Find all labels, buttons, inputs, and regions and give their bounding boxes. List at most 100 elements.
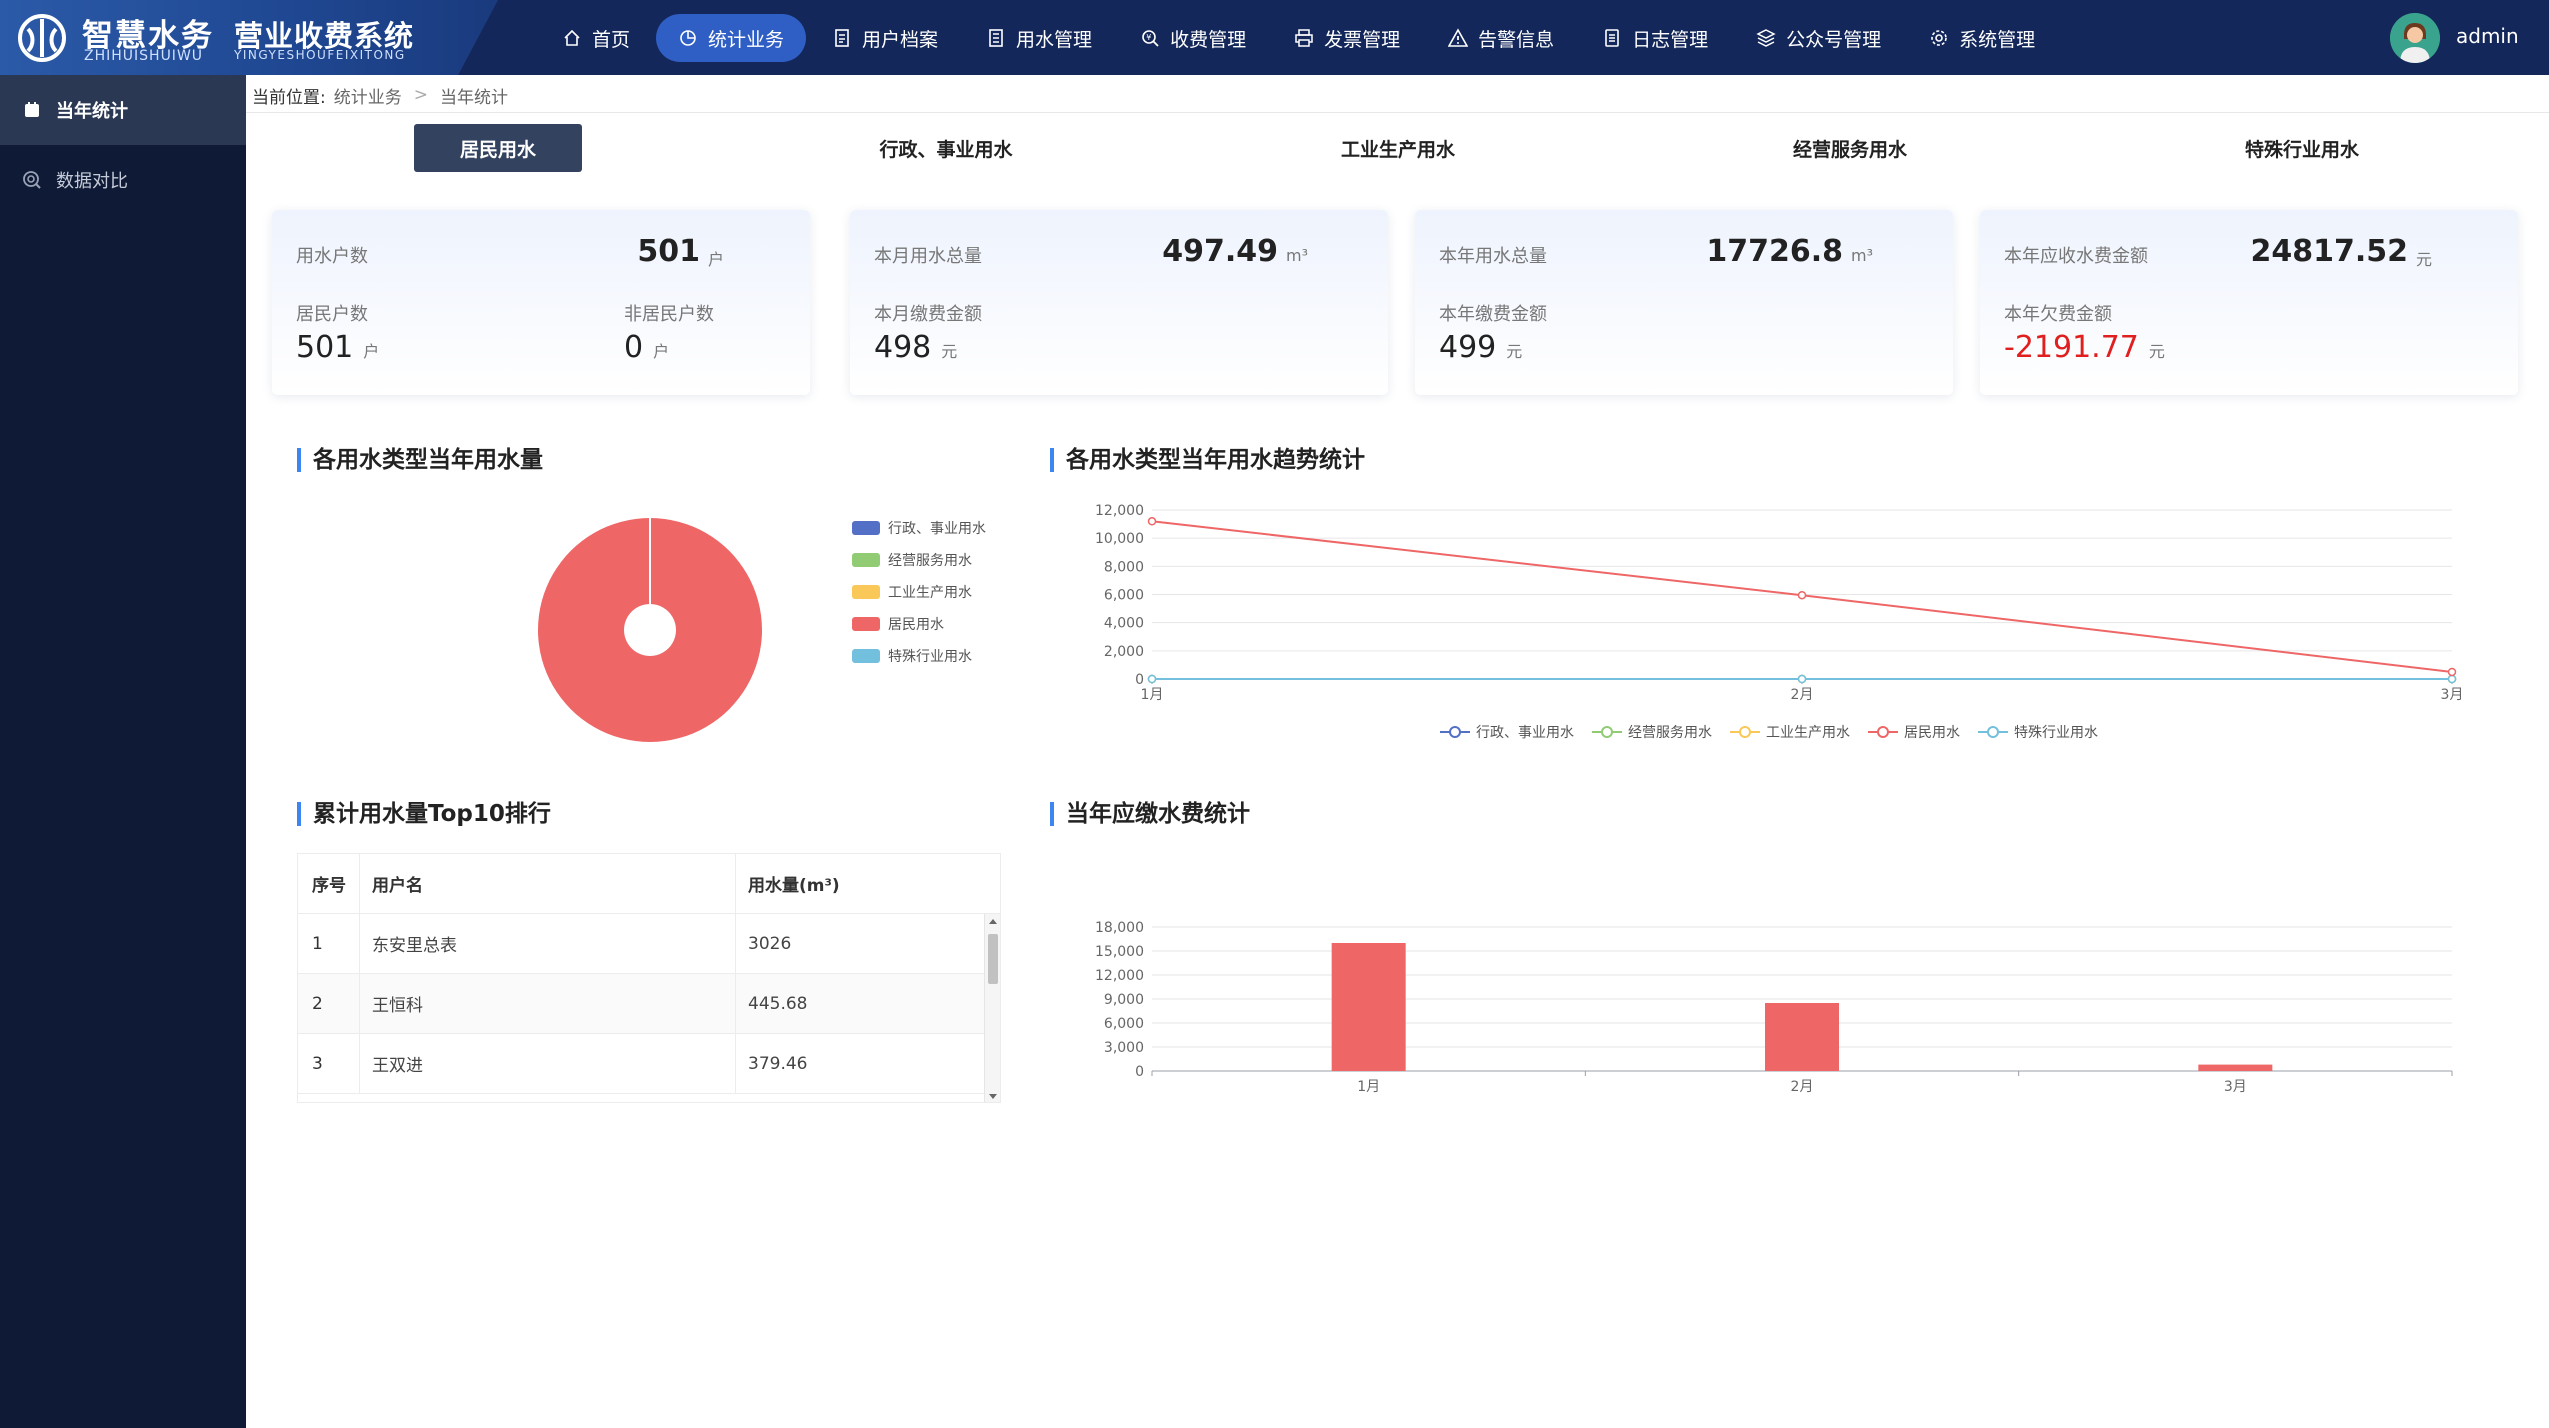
nav-statistics[interactable]: 统计业务 <box>656 14 807 62</box>
nav-invoice-management[interactable]: 发票管理 <box>1272 14 1422 62</box>
data-point[interactable] <box>2447 667 2457 677</box>
cell-username: 东安里总表 <box>360 914 736 973</box>
table-row[interactable]: 3 王双进 379.46 <box>298 1034 1000 1094</box>
stat-unit: m³ <box>1286 246 1308 265</box>
stat-unit: 户 <box>708 250 725 269</box>
stat-value: 498 元 <box>874 330 957 365</box>
search-money-icon: ¥ <box>1140 28 1160 48</box>
stat-unit: 户 <box>653 342 670 361</box>
nav-logs-label: 日志管理 <box>1632 28 1709 51</box>
log-icon <box>1602 28 1622 48</box>
x-tick-label: 1月 <box>1357 1079 1380 1095</box>
cell-usage: 379.46 <box>748 1053 808 1074</box>
data-point[interactable] <box>1797 590 1807 600</box>
column-header: 用水量(m³) <box>748 876 840 896</box>
nav-home[interactable]: 首页 <box>540 14 652 62</box>
data-point[interactable] <box>1147 674 1157 684</box>
nav-charge-management[interactable]: ¥ 收费管理 <box>1118 14 1268 62</box>
scroll-thumb[interactable] <box>988 934 998 984</box>
cell-username: 王恒科 <box>360 974 736 1033</box>
legend-label: 经营服务用水 <box>888 553 972 569</box>
bar[interactable] <box>1765 1003 1839 1071</box>
legend-item[interactable]: 工业生产用水 <box>852 576 986 608</box>
bar[interactable] <box>2198 1064 2273 1071</box>
warning-icon <box>1448 28 1469 48</box>
stat-unit: 元 <box>2148 342 2165 361</box>
table-row[interactable]: 2 王恒科 445.68 <box>298 974 1000 1034</box>
legend-item[interactable]: 特殊行业用水 <box>1978 722 2098 742</box>
legend-swatch <box>852 617 880 631</box>
legend-label: 工业生产用水 <box>1766 725 1850 741</box>
stat-label: 本年缴费金额 <box>1439 304 1547 325</box>
tab-residential[interactable]: 居民用水 <box>414 124 582 172</box>
cell-usage: 3026 <box>748 933 792 954</box>
legend-marker-icon <box>1730 726 1760 738</box>
table-row[interactable]: 1 东安里总表 3026 <box>298 914 1000 974</box>
legend-item[interactable]: 经营服务用水 <box>852 544 986 576</box>
stat-value: -2191.77 元 <box>2004 330 2165 365</box>
breadcrumb-item[interactable]: 统计业务 <box>334 83 402 108</box>
nav-system-management[interactable]: 系统管理 <box>1907 14 2057 62</box>
legend-item[interactable]: 经营服务用水 <box>1592 722 1712 742</box>
data-point[interactable] <box>1147 517 1157 526</box>
nav-official-account[interactable]: 公众号管理 <box>1734 14 1903 62</box>
stat-label: 本月用水总量 <box>874 246 982 267</box>
top10-table: 序号 用户名 用水量(m³) 1 东安里总表 3026 2 王恒科 445.68… <box>297 853 1001 1103</box>
legend-label: 居民用水 <box>888 617 944 633</box>
sidebar-item-current-year[interactable]: 当年统计 <box>0 75 246 145</box>
section-title-table: 累计用水量Top10排行 <box>297 802 551 826</box>
stat-label: 本年欠费金额 <box>2004 304 2112 325</box>
legend-item[interactable]: 工业生产用水 <box>1730 722 1850 742</box>
stat-label: 本月缴费金额 <box>874 304 982 325</box>
tab-administrative[interactable]: 行政、事业用水 <box>846 124 1046 172</box>
avatar[interactable] <box>2390 13 2440 63</box>
logo[interactable]: 智慧水务 ZHIHUISHUIWU 营业收费系统 YINGYESHOUFEIXI… <box>0 0 498 75</box>
sidebar-item-data-compare[interactable]: 数据对比 <box>0 145 246 215</box>
sidebar-item-label: 当年统计 <box>56 101 128 122</box>
legend-item[interactable]: 居民用水 <box>1868 722 1960 742</box>
username[interactable]: admin <box>2456 24 2519 48</box>
legend-item[interactable]: 行政、事业用水 <box>1440 722 1574 742</box>
stat-unit: 元 <box>1506 342 1523 361</box>
y-tick-label: 6,000 <box>1104 1016 1144 1032</box>
stat-unit: m³ <box>1851 246 1873 265</box>
line-chart: 0 2,000 4,000 6,000 8,000 10,000 12,000 1月 2月 3月 <box>1095 503 2464 703</box>
scroll-down-icon[interactable] <box>989 1094 997 1099</box>
tab-business-service[interactable]: 经营服务用水 <box>1750 124 1950 172</box>
breadcrumb-label: 当前位置: <box>252 87 326 108</box>
bar[interactable] <box>1331 943 1406 1071</box>
nav-logs[interactable]: 日志管理 <box>1580 14 1730 62</box>
stat-number: -2191.77 <box>2004 330 2139 365</box>
sidebar-item-label: 数据对比 <box>56 171 128 192</box>
svg-text:¥: ¥ <box>1146 33 1151 42</box>
y-tick-label: 6,000 <box>1104 588 1144 604</box>
tab-industrial[interactable]: 工业生产用水 <box>1298 124 1498 172</box>
y-tick-label: 3,000 <box>1104 1040 1144 1056</box>
nav-user-archive[interactable]: 用户档案 <box>810 14 960 62</box>
data-point[interactable] <box>2447 674 2457 684</box>
line-legend: 行政、事业用水 经营服务用水 工业生产用水 居民用水 特殊行业用水 <box>1440 722 2116 742</box>
scroll-up-icon[interactable] <box>989 919 997 924</box>
stat-label: 本年应收水费金额 <box>2004 246 2148 267</box>
nav-invoice-management-label: 发票管理 <box>1324 28 1401 51</box>
table-scrollbar[interactable] <box>984 914 1000 1102</box>
nav-official-account-label: 公众号管理 <box>1786 28 1882 51</box>
data-point[interactable] <box>1797 674 1807 684</box>
x-tick-label: 3月 <box>2441 687 2464 703</box>
y-tick-label: 8,000 <box>1104 559 1144 575</box>
breadcrumb-separator-icon: > <box>413 85 428 105</box>
legend-label: 行政、事业用水 <box>888 521 986 537</box>
breadcrumb: 当前位置: 统计业务 > 当年统计 <box>252 80 508 110</box>
nav-water-management[interactable]: 用水管理 <box>964 14 1114 62</box>
tab-special-industry[interactable]: 特殊行业用水 <box>2202 124 2402 172</box>
legend-item[interactable]: 行政、事业用水 <box>852 512 986 544</box>
nav-alerts[interactable]: 告警信息 <box>1426 14 1576 62</box>
stat-card-households: 用水户数 501 户 居民户数 501 户 非居民户数 0户 <box>272 210 810 395</box>
section-title-line: 各用水类型当年用水趋势统计 <box>1050 448 1365 472</box>
y-tick-label: 4,000 <box>1104 616 1144 632</box>
logo-subtitle: ZHIHUISHUIWU <box>84 48 204 64</box>
calendar-icon <box>22 100 42 120</box>
legend-item[interactable]: 特殊行业用水 <box>852 640 986 672</box>
stat-value: 24817.52 <box>2250 234 2408 269</box>
legend-item[interactable]: 居民用水 <box>852 608 986 640</box>
